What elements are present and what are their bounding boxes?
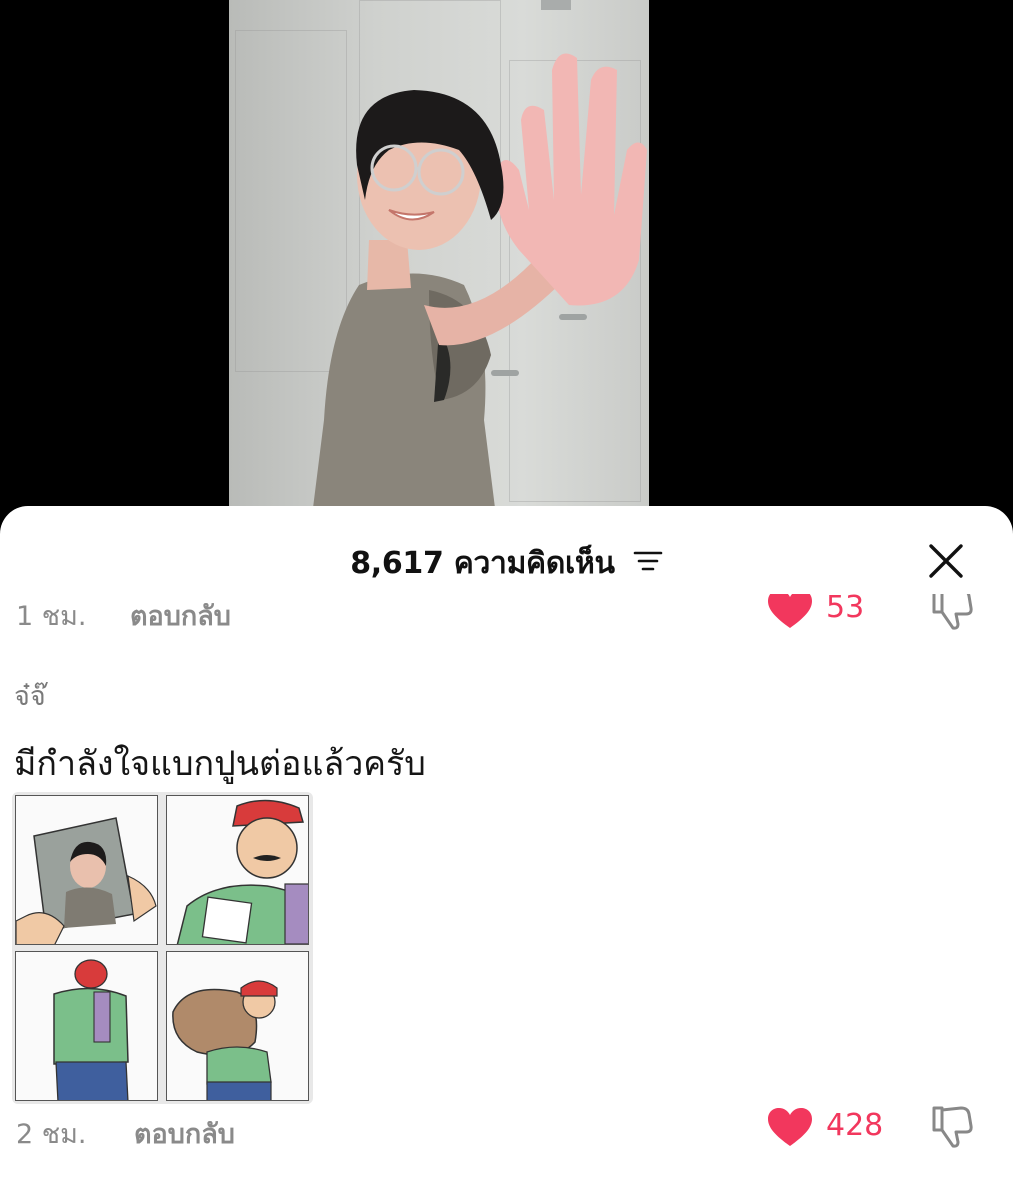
video-person-figure	[309, 53, 647, 540]
close-icon[interactable]	[927, 542, 965, 580]
heart-icon[interactable]	[766, 594, 814, 630]
video-player[interactable]	[0, 0, 1013, 540]
comments-sheet: 8,617 ความคิดเห็น 1 ชม. ตอบกลับ 53 จ๋จ๊ …	[0, 506, 1013, 1200]
comic-panel-3	[15, 951, 158, 1101]
comment-time: 2 ชม.	[16, 1119, 87, 1150]
comment-image[interactable]	[12, 792, 313, 1104]
like-count: 428	[826, 1108, 884, 1143]
sort-filter-icon[interactable]	[633, 547, 663, 582]
thumbs-down-icon[interactable]	[928, 594, 974, 632]
comment-count-label: 8,617 ความคิดเห็น	[350, 546, 615, 581]
heart-icon[interactable]	[766, 1106, 814, 1148]
comment-author[interactable]: จ๋จ๊	[14, 674, 46, 717]
comment-text: มีกำลังใจแบกปูนต่อแล้วครับ	[14, 744, 426, 784]
previous-comment-time: 1 ชม.	[16, 601, 87, 632]
reply-button[interactable]: ตอบกลับ	[134, 1112, 235, 1155]
comment-footer: 2 ชม. ตอบกลับ 428	[0, 1104, 1013, 1164]
comic-panel-4	[166, 951, 309, 1101]
video-frame	[229, 0, 649, 540]
thumbs-down-icon[interactable]	[928, 1104, 974, 1150]
comments-title: 8,617 ความคิดเห็น	[0, 540, 1013, 587]
comic-panel-2	[166, 795, 309, 945]
previous-like-count: 53	[826, 594, 865, 625]
previous-reply-button[interactable]: ตอบกลับ	[130, 594, 231, 637]
previous-comment-footer: 1 ชม. ตอบกลับ 53	[0, 594, 1013, 644]
comic-panel-1	[15, 795, 158, 945]
